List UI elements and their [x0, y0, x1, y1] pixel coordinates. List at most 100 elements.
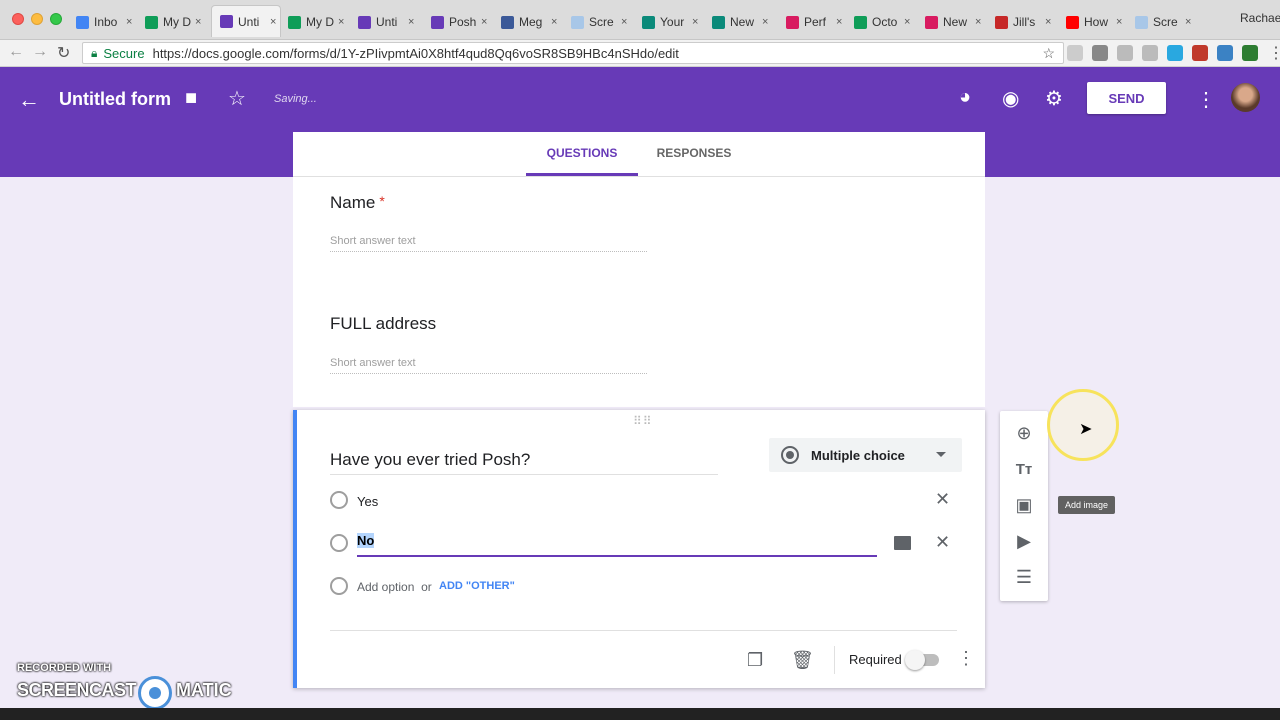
- tab-close-icon[interactable]: ×: [762, 16, 768, 28]
- browser-tab[interactable]: Unti ×: [350, 8, 420, 36]
- bookmark-star-icon[interactable]: ☆: [1042, 45, 1055, 62]
- browser-tab[interactable]: Jill's ×: [987, 8, 1057, 36]
- browser-tab[interactable]: New ×: [704, 8, 774, 36]
- tab-close-icon[interactable]: ×: [338, 16, 344, 28]
- tab-close-icon[interactable]: ×: [126, 16, 132, 28]
- tab-close-icon[interactable]: ×: [975, 16, 981, 28]
- more-options-icon[interactable]: ⋮: [1196, 87, 1216, 112]
- zoom-window-button[interactable]: [50, 13, 62, 25]
- palette-icon[interactable]: ◕: [959, 86, 971, 109]
- tab-favicon-icon: [76, 15, 89, 29]
- more-vert-icon[interactable]: ⋮: [957, 648, 975, 669]
- tab-close-icon[interactable]: ×: [836, 16, 842, 28]
- option-text-input[interactable]: No: [357, 533, 877, 557]
- add-section-icon[interactable]: ☰: [1000, 559, 1048, 595]
- tab-title: Unti: [238, 14, 260, 29]
- active-question-card[interactable]: ⠿⠿ Have you ever tried Posh? Multiple ch…: [293, 410, 985, 688]
- tab-close-icon[interactable]: ×: [1116, 16, 1122, 28]
- add-video-icon[interactable]: ▶: [1000, 523, 1048, 559]
- tab-title: Jill's: [1013, 15, 1036, 29]
- tab-favicon-icon: [220, 15, 233, 28]
- back-arrow-icon[interactable]: ←: [18, 87, 40, 113]
- sync-extension-icon[interactable]: [1217, 45, 1233, 61]
- required-toggle-thumb[interactable]: [905, 650, 925, 670]
- question-type-select[interactable]: Multiple choice: [769, 438, 962, 472]
- tab-close-icon[interactable]: ×: [195, 16, 201, 28]
- tab-questions[interactable]: QUESTIONS: [526, 146, 638, 160]
- preview-eye-icon[interactable]: ◉: [1002, 86, 1019, 111]
- play-extension-icon[interactable]: [1117, 45, 1133, 61]
- mail-extension-icon[interactable]: [1092, 45, 1108, 61]
- add-image-icon[interactable]: ▣: [1000, 487, 1048, 523]
- minimize-window-button[interactable]: [31, 13, 43, 25]
- browser-tab-strip: Inbo × My D × Unti × My D × Unti × Posh × Meg × Scre × Y…: [0, 0, 1280, 40]
- form-title[interactable]: Untitled form: [59, 89, 171, 110]
- chrome-menu-icon[interactable]: ⋮: [1268, 43, 1280, 63]
- browser-tab[interactable]: How ×: [1058, 8, 1128, 36]
- add-question-icon[interactable]: ⊕: [1000, 415, 1048, 451]
- browser-tab[interactable]: Meg ×: [493, 8, 563, 36]
- browser-tab[interactable]: Inbo ×: [68, 8, 138, 36]
- tab-title: Posh: [449, 15, 477, 29]
- shield-extension-icon[interactable]: [1242, 45, 1258, 61]
- remove-option-icon[interactable]: ✕: [935, 532, 950, 553]
- browser-tab[interactable]: Octo ×: [846, 8, 916, 36]
- tab-close-icon[interactable]: ×: [551, 16, 557, 28]
- saving-status: Saving...: [274, 93, 317, 105]
- grid-extension-icon[interactable]: [1192, 45, 1208, 61]
- tab-close-icon[interactable]: ×: [481, 16, 487, 28]
- add-title-icon[interactable]: Tт: [1000, 451, 1048, 487]
- add-option-link[interactable]: Add option or: [357, 580, 432, 594]
- settings-gear-icon[interactable]: ⚙: [1045, 86, 1063, 111]
- option-radio: [330, 491, 348, 509]
- duplicate-icon[interactable]: ❐: [747, 650, 763, 671]
- browser-tab[interactable]: Scre ×: [563, 8, 633, 36]
- tab-close-icon[interactable]: ×: [621, 16, 627, 28]
- extension-icon[interactable]: [1142, 45, 1158, 61]
- close-window-button[interactable]: [12, 13, 24, 25]
- tab-favicon-icon: [501, 15, 514, 29]
- profile-name[interactable]: Rachael: [1240, 11, 1280, 25]
- tab-close-icon[interactable]: ×: [1045, 16, 1051, 28]
- star-icon[interactable]: ☆: [228, 86, 246, 111]
- back-icon[interactable]: ←: [8, 43, 24, 61]
- add-other-link[interactable]: ADD "OTHER": [439, 580, 515, 592]
- folder-icon[interactable]: ■: [185, 87, 197, 110]
- browser-tab[interactable]: My D ×: [137, 8, 207, 36]
- browser-tab[interactable]: Unti ×: [211, 5, 281, 37]
- tab-favicon-icon: [145, 15, 158, 29]
- browser-tab[interactable]: My D ×: [280, 8, 350, 36]
- address-bar[interactable]: 🔒︎ Secure https://docs.google.com/forms/…: [82, 42, 1064, 64]
- tab-close-icon[interactable]: ×: [408, 16, 414, 28]
- tab-favicon-icon: [854, 15, 867, 29]
- side-toolbar: ⊕ Tт ▣ ▶ ☰: [1000, 411, 1048, 601]
- browser-tab[interactable]: Posh ×: [423, 8, 493, 36]
- question-title-input[interactable]: Have you ever tried Posh?: [330, 450, 718, 475]
- tab-title: Perf: [804, 15, 827, 29]
- tab-responses[interactable]: RESPONSES: [649, 146, 739, 160]
- browser-tab[interactable]: Your ×: [634, 8, 704, 36]
- browser-tab[interactable]: Scre ×: [1127, 8, 1197, 36]
- skype-extension-icon[interactable]: [1067, 45, 1083, 61]
- tab-close-icon[interactable]: ×: [1185, 16, 1191, 28]
- browser-tab[interactable]: New ×: [917, 8, 987, 36]
- browser-tab[interactable]: Perf ×: [778, 8, 848, 36]
- tab-favicon-icon: [1066, 15, 1079, 29]
- forward-icon[interactable]: →: [32, 43, 48, 61]
- short-answer-placeholder: Short answer text: [330, 235, 647, 252]
- tab-close-icon[interactable]: ×: [904, 16, 910, 28]
- option-image-icon[interactable]: [894, 536, 911, 550]
- question-title[interactable]: Name *: [330, 193, 385, 213]
- option-text[interactable]: Yes: [357, 494, 378, 509]
- question-title[interactable]: FULL address: [330, 314, 436, 334]
- drag-handle-icon[interactable]: ⠿⠿: [633, 414, 653, 428]
- send-button[interactable]: SEND: [1087, 82, 1166, 114]
- tab-close-icon[interactable]: ×: [270, 16, 276, 28]
- reload-icon[interactable]: ↻: [57, 43, 70, 63]
- cloud-extension-icon[interactable]: [1167, 45, 1183, 61]
- question-type-label: Multiple choice: [811, 447, 905, 463]
- delete-trash-icon[interactable]: 🗑︎: [791, 650, 814, 671]
- avatar[interactable]: [1231, 83, 1260, 112]
- remove-option-icon[interactable]: ✕: [935, 489, 950, 510]
- tab-close-icon[interactable]: ×: [692, 16, 698, 28]
